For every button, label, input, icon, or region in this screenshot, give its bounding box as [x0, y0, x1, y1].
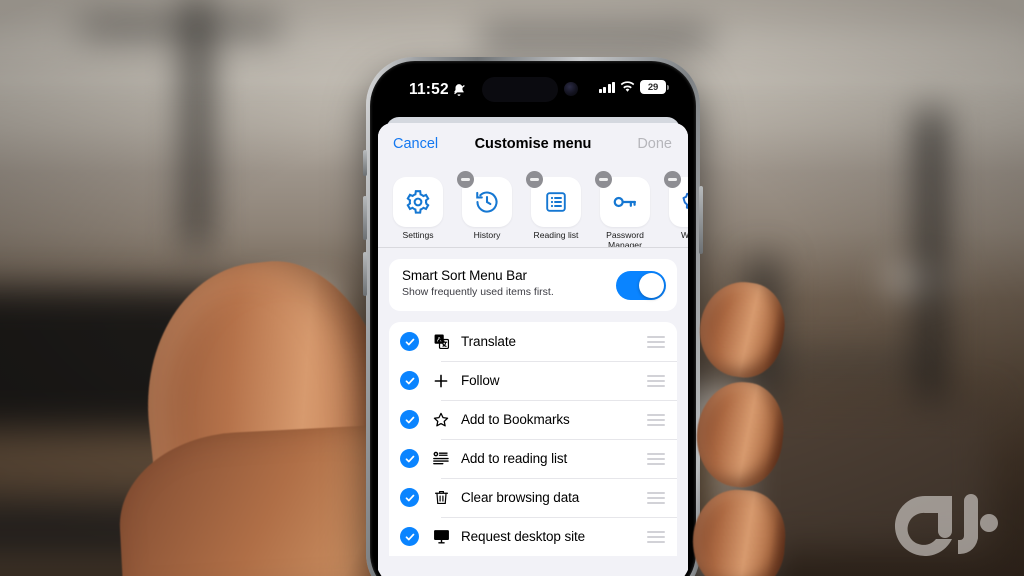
- smart-sort-card[interactable]: Smart Sort Menu Bar Show frequently used…: [389, 259, 677, 311]
- shortcut-settings[interactable]: Settings: [389, 169, 447, 247]
- list-item-label: Translate: [461, 334, 516, 349]
- desktop-icon: [430, 527, 452, 546]
- sheet-navbar: Cancel Customise menu Done: [378, 123, 688, 169]
- status-time: 11:52: [409, 81, 449, 98]
- remove-badge-icon[interactable]: [457, 171, 474, 188]
- power-button[interactable]: [699, 186, 703, 254]
- gear-icon: [393, 177, 443, 227]
- list-item[interactable]: Follow: [389, 361, 677, 400]
- list-item-label: Request desktop site: [461, 529, 586, 544]
- mute-switch[interactable]: [363, 150, 367, 176]
- cellular-signal-icon: [599, 81, 615, 93]
- shortcut-whats-new[interactable]: What's: [664, 169, 688, 247]
- drag-handle[interactable]: [647, 492, 665, 507]
- drag-handle[interactable]: [647, 336, 665, 351]
- smart-sort-title: Smart Sort Menu Bar: [402, 268, 527, 283]
- shortcut-history[interactable]: History: [457, 169, 516, 247]
- remove-badge-icon[interactable]: [664, 171, 681, 188]
- phone-screen: 11:52 29 Cancel Customise menu Done Sett…: [374, 65, 692, 576]
- shortcut-label: What's: [681, 230, 688, 240]
- drag-handle[interactable]: [647, 453, 665, 468]
- list-item[interactable]: A Translate: [389, 322, 677, 361]
- smart-sort-toggle[interactable]: [616, 271, 666, 300]
- volume-down-button[interactable]: [363, 252, 367, 296]
- drag-handle[interactable]: [647, 414, 665, 429]
- status-bar: 11:52 29: [374, 65, 692, 117]
- menu-item-list: A Translate Follow Add to Bookmarks Add …: [389, 322, 677, 556]
- shortcut-label: Settings: [402, 230, 434, 240]
- translate-icon: A: [430, 333, 452, 350]
- battery-level: 29: [647, 81, 659, 93]
- screenshot-stage: 11:52 29 Cancel Customise menu Done Sett…: [0, 0, 1024, 576]
- list-item[interactable]: Add to reading list: [389, 439, 677, 478]
- trash-icon: [430, 489, 452, 506]
- smart-sort-subtitle: Show frequently used items first.: [402, 286, 554, 298]
- shortcut-password-manager[interactable]: Password Manager: [595, 169, 654, 247]
- list-item[interactable]: Request desktop site: [389, 517, 677, 556]
- reading-list-icon: [430, 450, 452, 468]
- battery-indicator: 29: [640, 80, 669, 94]
- shortcut-label: History: [473, 230, 501, 240]
- volume-up-button[interactable]: [363, 196, 367, 240]
- bell-slash-icon: [452, 83, 466, 102]
- checkmark-icon[interactable]: [400, 449, 419, 468]
- shortcut-label: Reading list: [533, 230, 579, 240]
- dynamic-island: [482, 77, 558, 102]
- drag-handle[interactable]: [647, 531, 665, 546]
- front-camera: [564, 82, 578, 96]
- list-item[interactable]: Clear browsing data: [389, 478, 677, 517]
- checkmark-icon[interactable]: [400, 332, 419, 351]
- list-item[interactable]: Add to Bookmarks: [389, 400, 677, 439]
- list-item-label: Add to reading list: [461, 451, 568, 466]
- remove-badge-icon[interactable]: [526, 171, 543, 188]
- checkmark-icon[interactable]: [400, 527, 419, 546]
- wifi-icon: [620, 81, 635, 92]
- customise-menu-sheet: Cancel Customise menu Done Settings Hist…: [378, 123, 688, 576]
- shortcut-reading-list[interactable]: Reading list: [526, 169, 585, 247]
- plus-icon: [430, 372, 452, 390]
- list-item-label: Clear browsing data: [461, 490, 580, 505]
- guiding-tech-logo: [894, 494, 998, 556]
- list-item-label: Add to Bookmarks: [461, 412, 570, 427]
- checkmark-icon[interactable]: [400, 371, 419, 390]
- star-icon: [430, 411, 452, 429]
- shortcut-label: Password Manager: [606, 230, 644, 247]
- drag-handle[interactable]: [647, 375, 665, 390]
- checkmark-icon[interactable]: [400, 410, 419, 429]
- remove-badge-icon[interactable]: [595, 171, 612, 188]
- list-item-label: Follow: [461, 373, 500, 388]
- shortcut-icon-row: Settings History Reading list Password M…: [378, 169, 688, 247]
- done-button[interactable]: Done: [637, 136, 672, 152]
- checkmark-icon[interactable]: [400, 488, 419, 507]
